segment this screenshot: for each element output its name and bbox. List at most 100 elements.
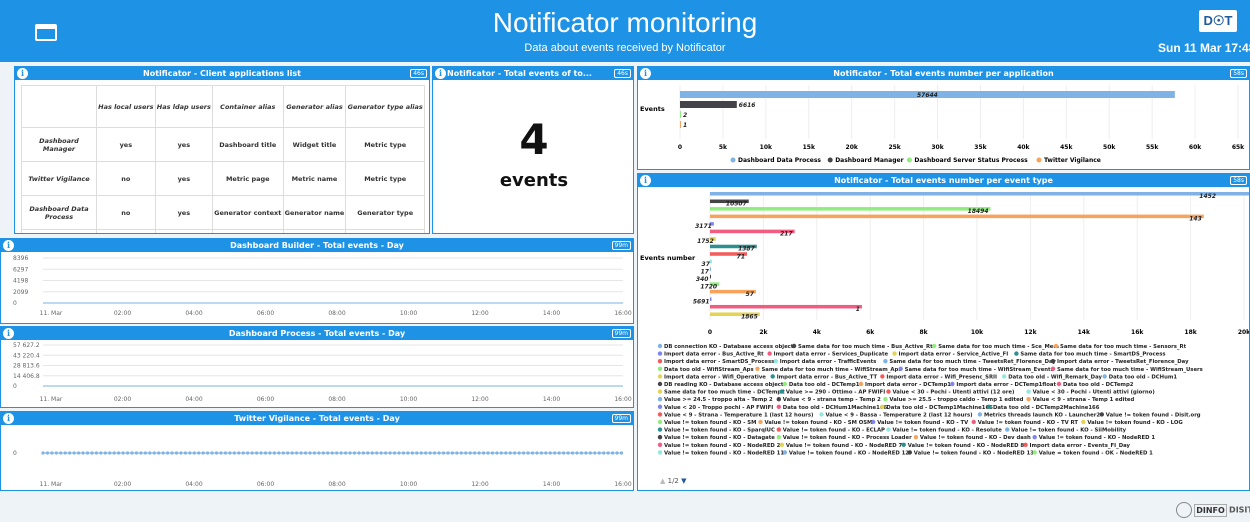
legend-marker [730,157,736,163]
data-point [259,451,263,455]
data-point [94,451,98,455]
footer-logos: DINFO DISIT [1176,502,1250,518]
data-label: 1 [683,122,687,129]
pager-up-icon[interactable]: ▲ [660,477,665,485]
info-icon[interactable]: i [3,240,14,251]
data-point [277,451,281,455]
info-icon[interactable]: i [435,68,446,79]
x-tick-label: 10:00 [400,396,417,403]
legend-item: Value != token found - KO - Datagate [664,435,775,441]
x-tick-label: 4k [813,329,822,336]
table-cell: yes [154,229,214,233]
legend-item: Value != token found - KO - Resolute [892,428,1002,434]
x-tick-label: 02:00 [114,396,131,403]
pager-down-icon[interactable]: ▼ [681,477,686,485]
panel-header: i Notificator - Total events number per … [638,174,1249,187]
refresh-badge: 58s [1230,69,1247,78]
info-icon[interactable]: i [640,175,651,186]
legend-item: Value != token found - KO - NodeRED 2 [664,443,781,449]
data-point [54,451,58,455]
legend-item: Dashboard Server Status Process [914,157,1028,164]
legend-marker [950,381,955,387]
table-cell: Generator context [212,229,284,233]
legend-item: Value = token found - OK - NodeRED 1 [1039,450,1153,456]
legend-item: Same data for too much time - TweetsRet_… [889,359,1056,365]
data-point [459,451,463,455]
x-tick-label: 20k [846,144,859,151]
data-label: 1 [856,306,860,313]
data-point [286,451,290,455]
legend-item: Twitter Vigilance [1044,157,1101,164]
dashboard-process-chart: 57 627.2 43 220.4 28 813.6 14 406.8 0 11. Mar… [13,342,632,403]
legend-marker [657,374,663,379]
info-icon[interactable]: i [640,68,651,79]
legend-marker [657,435,663,440]
data-point [295,451,299,455]
x-tick-label: 12:00 [471,396,488,403]
data-point [424,451,428,455]
x-tick-label: 55k [1146,144,1159,151]
event-type-legend: DB connection KO - Database access objec… [657,343,1203,456]
data-point [232,451,236,455]
data-point [339,451,343,455]
data-point [375,451,379,455]
data-point [499,451,503,455]
x-tick-label: 06:00 [257,396,274,403]
legend-marker [1050,366,1056,371]
y-tick-label: 0 [13,383,17,390]
data-point [241,451,245,455]
refresh-badge: 99m [611,414,631,423]
data-label: 6616 [739,102,756,109]
x-tick-label: 02:00 [114,481,131,488]
legend-marker [776,397,781,402]
data-label: 1387 [738,246,756,253]
legend-marker [1050,359,1056,364]
event-type-bar [710,304,862,309]
data-point [183,451,187,455]
data-point [219,451,223,455]
data-point [157,451,161,455]
legend-item: Same data for too much time - WifiStream… [905,367,1054,373]
info-icon[interactable]: i [3,413,14,424]
data-label: 18494 [968,208,989,215]
table-cell: yes [154,195,214,230]
x-tick-label: 14k [1078,329,1091,336]
x-tick-label: 04:00 [185,310,202,317]
data-point [495,451,499,455]
data-point [223,451,228,455]
legend-marker [657,404,663,409]
panel-title: Notificator - Total events number per ap… [833,69,1054,78]
panel-header: i Notificator - Client applications list… [15,67,429,80]
y-tick-label: 2099 [13,289,28,296]
y-tick-label: 14 406.8 [13,373,40,380]
info-icon[interactable]: i [3,328,14,339]
legend-marker [886,389,891,394]
table-row: Dashboard Manager yes yes Dashboard title Wi… [21,127,425,162]
data-point [446,451,450,455]
x-tick-label: 16k [1131,329,1144,336]
legend-item: Import data error - TweetsRet_Florence_D… [1057,359,1189,365]
info-icon[interactable]: i [17,68,28,79]
legend-item: Value != token found - KO - NodeRED 13 [914,450,1034,456]
legend-marker [898,366,903,371]
university-seal-icon [1176,502,1192,518]
x-tick-label: 08:00 [328,310,345,317]
data-point [415,451,419,455]
x-tick-label: 16:00 [614,481,631,488]
x-tick-label: 11. Mar [40,396,63,403]
dashboard-process-panel: i Dashboard Process - Total events - Day… [0,326,634,408]
client-applications-table: Has local users Has ldap users Container a… [21,85,425,233]
data-point [602,451,606,455]
data-point [513,451,517,455]
legend-pager[interactable]: ▲ 1/2 ▼ [660,477,687,485]
data-label: 3171 [695,223,712,230]
legend-item: Value < 9 - Strana - Temperature 1 (last… [664,412,813,418]
data-point [388,451,392,455]
x-tick-label: 8k [920,329,929,336]
legend-item: Import data error - Wifi_Operative [664,374,766,380]
legend-item: Value != token found - KO - NodeRED 12 [789,450,909,456]
data-label: 1452 [1199,193,1216,200]
data-point [174,451,179,455]
table-cell: Generator name [282,229,347,233]
data-point [201,451,205,455]
